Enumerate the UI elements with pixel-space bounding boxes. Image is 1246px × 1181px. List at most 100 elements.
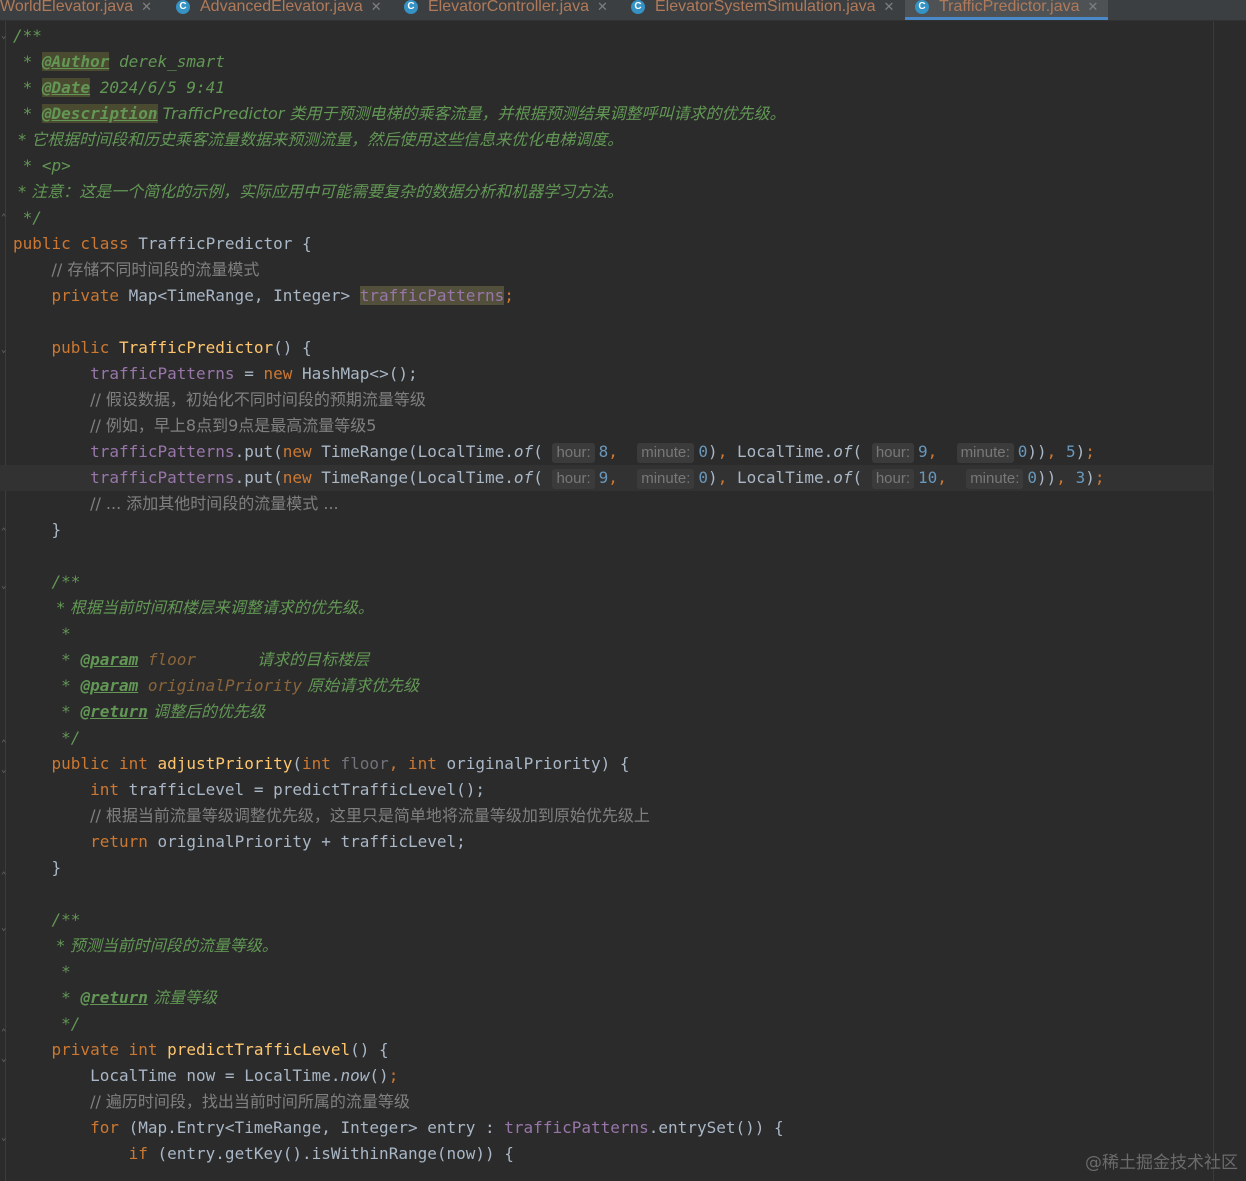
tab-label: ElevatorController.java bbox=[428, 0, 589, 15]
code-line[interactable]: * @return 调整后的优先级 bbox=[13, 699, 265, 725]
code-line[interactable]: private int predictTrafficLevel() { bbox=[13, 1037, 389, 1063]
doc-comment: * 它根据时间段和历史乘客流量数据来预测流量，然后使用这些信息来优化电梯调度。 bbox=[13, 130, 624, 149]
code-line[interactable]: * @param originalPriority 原始请求优先级 bbox=[13, 673, 419, 699]
code-line[interactable]: private Map<TimeRange, Integer> trafficP… bbox=[13, 283, 514, 309]
code-line[interactable]: LocalTime now = LocalTime.now(); bbox=[13, 1063, 398, 1089]
doc-comment: */ bbox=[13, 208, 42, 227]
keyword: int bbox=[90, 780, 129, 799]
operator: = bbox=[234, 364, 264, 383]
code-line[interactable]: * 预测当前时间段的流量等级。 bbox=[13, 933, 278, 959]
doc-comment: /** bbox=[51, 572, 81, 591]
code-line[interactable]: * bbox=[13, 959, 71, 985]
code-line-current[interactable]: trafficPatterns.put(new TimeRange(LocalT… bbox=[0, 465, 1213, 491]
close-icon[interactable]: ✕ bbox=[371, 0, 382, 14]
doc-author-value: derek_smart bbox=[109, 52, 225, 71]
code-line[interactable]: } bbox=[13, 517, 62, 543]
code-line[interactable]: public TrafficPredictor() { bbox=[13, 335, 312, 361]
comma: , bbox=[1046, 442, 1066, 461]
code-line[interactable]: // 例如，早上8点到9点是最高流量等级5 bbox=[13, 413, 376, 439]
code-line[interactable]: // 存储不同时间段的流量模式 bbox=[13, 257, 260, 283]
punct: )) bbox=[1037, 468, 1057, 487]
tab-advanced-elevator[interactable]: C AdvancedElevator.java ✕ bbox=[176, 0, 382, 20]
field-name: trafficPatterns bbox=[359, 286, 505, 305]
code-line[interactable]: * 它根据时间段和历史乘客流量数据来预测流量，然后使用这些信息来优化电梯调度。 bbox=[13, 127, 623, 153]
fold-icon[interactable]: ⌄ bbox=[1, 32, 9, 41]
fold-icon[interactable]: ⌄ bbox=[1, 346, 9, 355]
code-line[interactable]: if (entry.getKey().isWithinRange(now)) { bbox=[13, 1141, 514, 1167]
code-line[interactable]: */ bbox=[13, 725, 80, 751]
code-line[interactable]: * @param floor 请求的目标楼层 bbox=[13, 647, 369, 673]
fold-icon[interactable]: ⌃ bbox=[1, 740, 9, 749]
tab-world-elevator[interactable]: WorldElevator.java ✕ bbox=[0, 0, 152, 20]
comma: , bbox=[388, 754, 408, 773]
close-icon[interactable]: ✕ bbox=[1088, 0, 1099, 14]
punct: .put( bbox=[234, 468, 283, 487]
code-line[interactable]: public int adjustPriority(int floor, int… bbox=[13, 751, 630, 777]
code-line[interactable]: return originalPriority + trafficLevel; bbox=[13, 829, 466, 855]
code-editor[interactable]: ⌄ ⌃ ⌄ ⌃ ⌄ ⌃ ⌄ ⌃ ⌄ ⌃ ⌄ ⌄ /** * @Author de… bbox=[0, 21, 1246, 1181]
code-line[interactable]: * <p> bbox=[13, 153, 71, 179]
code-line[interactable]: * 注意：这是一个简化的示例，实际应用中可能需要复杂的数据分析和机器学习方法。 bbox=[13, 179, 623, 205]
close-icon[interactable]: ✕ bbox=[141, 0, 152, 14]
param: originalPriority) { bbox=[446, 754, 630, 773]
code-line[interactable]: // ... 添加其他时间段的流量模式 ... bbox=[13, 491, 339, 517]
code-line[interactable]: // 根据当前流量等级调整优先级，这里只是简单地将流量等级加到原始优先级上 bbox=[13, 803, 650, 829]
fold-icon[interactable]: ⌄ bbox=[1, 766, 9, 775]
code-line[interactable]: for (Map.Entry<TimeRange, Integer> entry… bbox=[13, 1115, 784, 1141]
fold-icon[interactable]: ⌃ bbox=[1, 1029, 9, 1038]
doc-param-name: floor bbox=[138, 650, 197, 669]
fold-icon[interactable]: ⌃ bbox=[1, 872, 9, 881]
code-line[interactable]: /** bbox=[13, 23, 42, 49]
doc-param-desc: 请求的目标楼层 bbox=[196, 650, 370, 669]
fold-icon[interactable]: ⌄ bbox=[1, 924, 9, 933]
param-hint: hour: bbox=[871, 443, 915, 463]
punct: ) bbox=[708, 468, 718, 487]
code-line[interactable]: * @Description TrafficPredictor 类用于预测电梯的… bbox=[13, 101, 786, 127]
tab-elevator-system-simulation[interactable]: C ElevatorSystemSimulation.java ✕ bbox=[631, 0, 894, 20]
close-icon[interactable]: ✕ bbox=[597, 0, 608, 14]
code-line[interactable]: * bbox=[13, 621, 71, 647]
tab-traffic-predictor[interactable]: C TrafficPredictor.java ✕ bbox=[905, 0, 1109, 20]
doc-comment: * 预测当前时间段的流量等级。 bbox=[51, 936, 278, 955]
close-icon[interactable]: ✕ bbox=[884, 0, 895, 14]
doc-return-desc: 调整后的优先级 bbox=[147, 702, 265, 721]
number: 0 bbox=[1017, 442, 1028, 461]
code-line[interactable]: // 假设数据，初始化不同时间段的预期流量等级 bbox=[13, 387, 426, 413]
code-line[interactable]: } bbox=[13, 855, 62, 881]
code-line[interactable]: /** bbox=[13, 569, 81, 595]
code-line[interactable]: */ bbox=[13, 1011, 80, 1037]
code-line[interactable]: /** bbox=[13, 907, 81, 933]
code-line[interactable]: * 根据当前时间和楼层来调整请求的优先级。 bbox=[13, 595, 374, 621]
comma: , bbox=[717, 442, 737, 461]
doc-param-desc: 原始请求优先级 bbox=[302, 676, 420, 695]
doc-star: * bbox=[13, 104, 42, 123]
fold-icon[interactable]: ⌄ bbox=[1, 1134, 9, 1143]
code-line[interactable]: */ bbox=[13, 205, 42, 231]
gutter bbox=[5, 21, 6, 1181]
code-line[interactable]: trafficPatterns.put(new TimeRange(LocalT… bbox=[13, 439, 1095, 465]
punct: ( bbox=[533, 468, 553, 487]
code-line[interactable]: * @return 流量等级 bbox=[13, 985, 217, 1011]
doc-tag-date: @Date bbox=[41, 78, 91, 97]
field-ref: trafficPatterns bbox=[504, 1118, 649, 1137]
punct: ) bbox=[1075, 442, 1086, 461]
fold-icon[interactable]: ⌃ bbox=[1, 528, 9, 537]
code-line[interactable]: int trafficLevel = predictTrafficLevel()… bbox=[13, 777, 485, 803]
number: 9 bbox=[918, 442, 928, 461]
tab-label: AdvancedElevator.java bbox=[200, 0, 363, 15]
fold-icon[interactable]: ⌄ bbox=[1, 582, 9, 591]
code-line[interactable]: trafficPatterns = new HashMap<>(); bbox=[13, 361, 418, 387]
doc-star: * bbox=[51, 650, 81, 669]
fold-icon[interactable]: ⌃ bbox=[1, 214, 9, 223]
code-line[interactable]: * @Author derek_smart bbox=[13, 49, 225, 75]
code-line[interactable]: * @Date 2024/6/5 9:41 bbox=[13, 75, 225, 101]
code-line[interactable]: // 遍历时间段，找出当前时间所属的流量等级 bbox=[13, 1089, 410, 1115]
tab-elevator-controller[interactable]: C ElevatorController.java ✕ bbox=[404, 0, 608, 20]
fold-icon[interactable]: ⌄ bbox=[1, 1055, 9, 1064]
code-line[interactable]: public class TrafficPredictor { bbox=[13, 231, 312, 257]
